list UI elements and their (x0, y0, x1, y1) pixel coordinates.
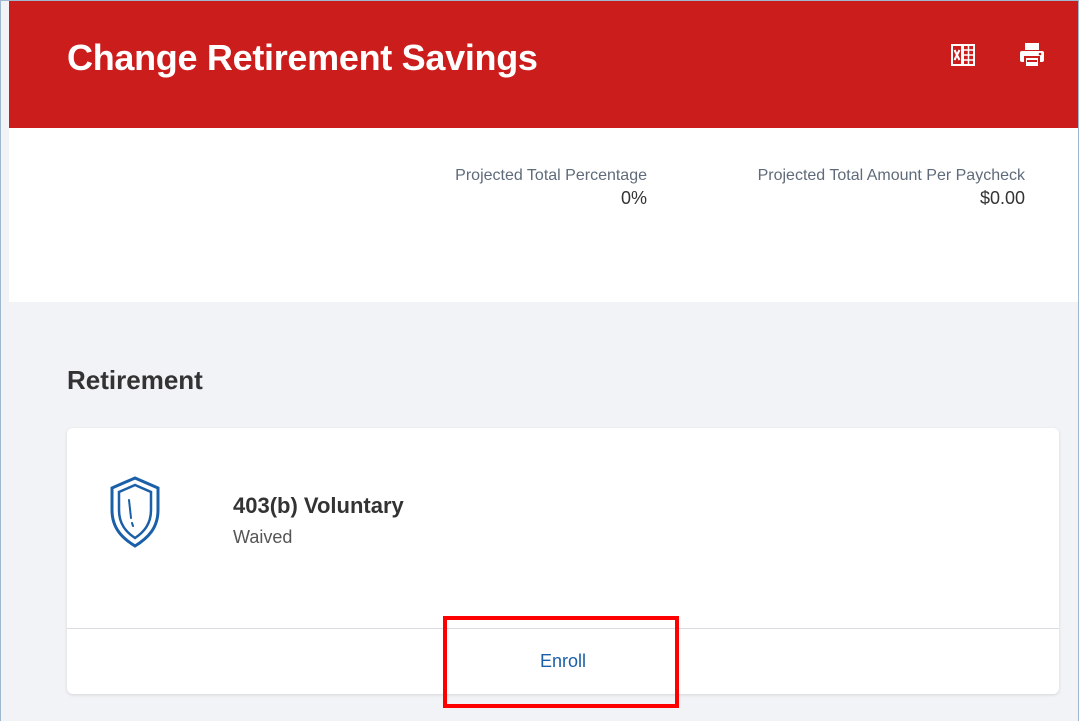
page-header: Change Retirement Savings (9, 1, 1078, 128)
projected-amount: Projected Total Amount Per Paycheck $0.0… (758, 166, 1025, 210)
projected-amount-value: $0.00 (979, 188, 1025, 208)
shield-icon (109, 474, 161, 554)
excel-export-icon[interactable] (951, 41, 975, 69)
page-title: Change Retirement Savings (67, 37, 538, 78)
plan-status: Waived (233, 527, 293, 547)
plan-card: 403(b) Voluntary Waived Enroll (67, 428, 1059, 694)
app-frame: Change Retirement Savings Projected Tota… (0, 0, 1079, 721)
enroll-button[interactable]: Enroll (67, 629, 1059, 694)
projected-percentage-label: Projected Total Percentage (455, 167, 647, 184)
plan-name: 403(b) Voluntary (233, 493, 404, 518)
projected-amount-label: Projected Total Amount Per Paycheck (757, 167, 1025, 184)
projected-percentage-value: 0% (620, 188, 647, 208)
section-title: Retirement (67, 365, 203, 395)
projection-summary: Projected Total Percentage 0% Projected … (9, 128, 1078, 302)
print-icon[interactable] (1019, 41, 1044, 69)
projected-percentage: Projected Total Percentage 0% (455, 166, 647, 210)
